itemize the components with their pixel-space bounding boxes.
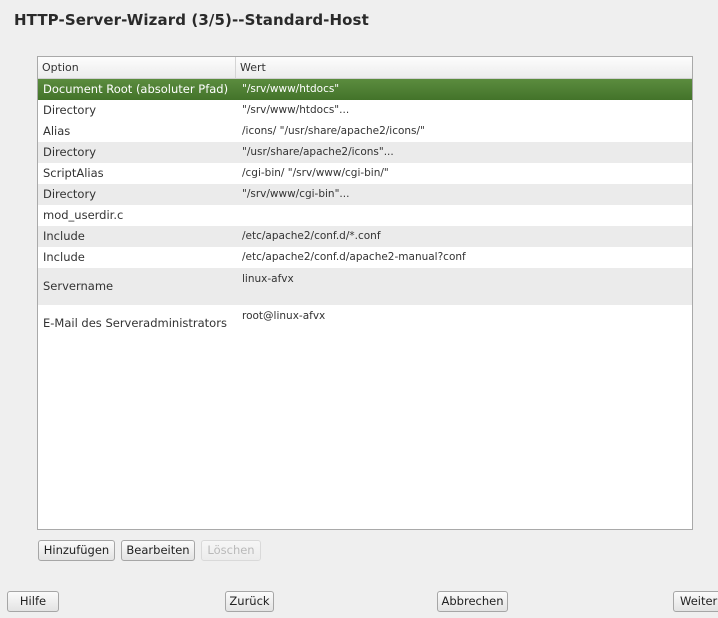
back-button[interactable]: Zurück — [225, 591, 274, 612]
wizard-title: HTTP-Server-Wizard (3/5)--Standard-Host — [14, 11, 369, 29]
value-cell: linux-afvx — [242, 273, 294, 285]
table-row[interactable]: E-Mail des Serveradministrators root@lin… — [38, 305, 692, 342]
options-table[interactable]: Option Wert Document Root (absoluter Pfa… — [37, 56, 693, 530]
option-cell: mod_userdir.c — [43, 208, 124, 222]
table-row[interactable]: Directory "/srv/www/htdocs"... — [38, 100, 692, 121]
option-cell: Directory — [43, 145, 97, 159]
option-cell: Include — [43, 250, 85, 264]
option-cell: Directory — [43, 103, 97, 117]
next-button[interactable]: Weiter — [673, 591, 718, 612]
table-header: Option Wert — [38, 57, 692, 79]
option-cell: Document Root (absoluter Pfad) — [43, 82, 229, 96]
value-cell: /etc/apache2/conf.d/*.conf — [242, 230, 381, 242]
column-header-value[interactable]: Wert — [236, 57, 692, 78]
table-row[interactable]: Document Root (absoluter Pfad) "/srv/www… — [38, 79, 692, 100]
option-cell: Servername — [43, 279, 114, 293]
option-cell: E-Mail des Serveradministrators — [43, 316, 227, 330]
value-cell: "/srv/www/htdocs"... — [242, 104, 350, 116]
value-cell — [237, 205, 692, 226]
option-cell: Alias — [43, 124, 71, 138]
table-row[interactable]: Servername linux-afvx — [38, 268, 692, 305]
table-row[interactable]: mod_userdir.c — [38, 205, 692, 226]
help-button[interactable]: Hilfe — [7, 591, 59, 612]
value-cell: /etc/apache2/conf.d/apache2-manual?conf — [242, 251, 466, 263]
delete-button[interactable]: Löschen — [201, 540, 261, 561]
option-cell: Include — [43, 229, 85, 243]
value-cell: "/usr/share/apache2/icons"... — [242, 146, 394, 158]
table-row[interactable]: Directory "/srv/www/cgi-bin"... — [38, 184, 692, 205]
option-cell: Directory — [43, 187, 97, 201]
cancel-button[interactable]: Abbrechen — [437, 591, 508, 612]
table-row[interactable]: Directory "/usr/share/apache2/icons"... — [38, 142, 692, 163]
value-cell: "/srv/www/cgi-bin"... — [242, 188, 350, 200]
value-cell: "/srv/www/htdocs" — [242, 83, 340, 95]
table-row[interactable]: ScriptAlias /cgi-bin/ "/srv/www/cgi-bin/… — [38, 163, 692, 184]
value-cell: root@linux-afvx — [242, 310, 326, 322]
value-cell: /icons/ "/usr/share/apache2/icons/" — [242, 125, 425, 137]
value-cell: /cgi-bin/ "/srv/www/cgi-bin/" — [242, 167, 389, 179]
option-cell: ScriptAlias — [43, 166, 104, 180]
table-row[interactable]: Include /etc/apache2/conf.d/*.conf — [38, 226, 692, 247]
table-row[interactable]: Include /etc/apache2/conf.d/apache2-manu… — [38, 247, 692, 268]
table-row[interactable]: Alias /icons/ "/usr/share/apache2/icons/… — [38, 121, 692, 142]
column-header-option[interactable]: Option — [38, 57, 236, 78]
add-button[interactable]: Hinzufügen — [38, 540, 115, 561]
edit-button[interactable]: Bearbeiten — [121, 540, 195, 561]
